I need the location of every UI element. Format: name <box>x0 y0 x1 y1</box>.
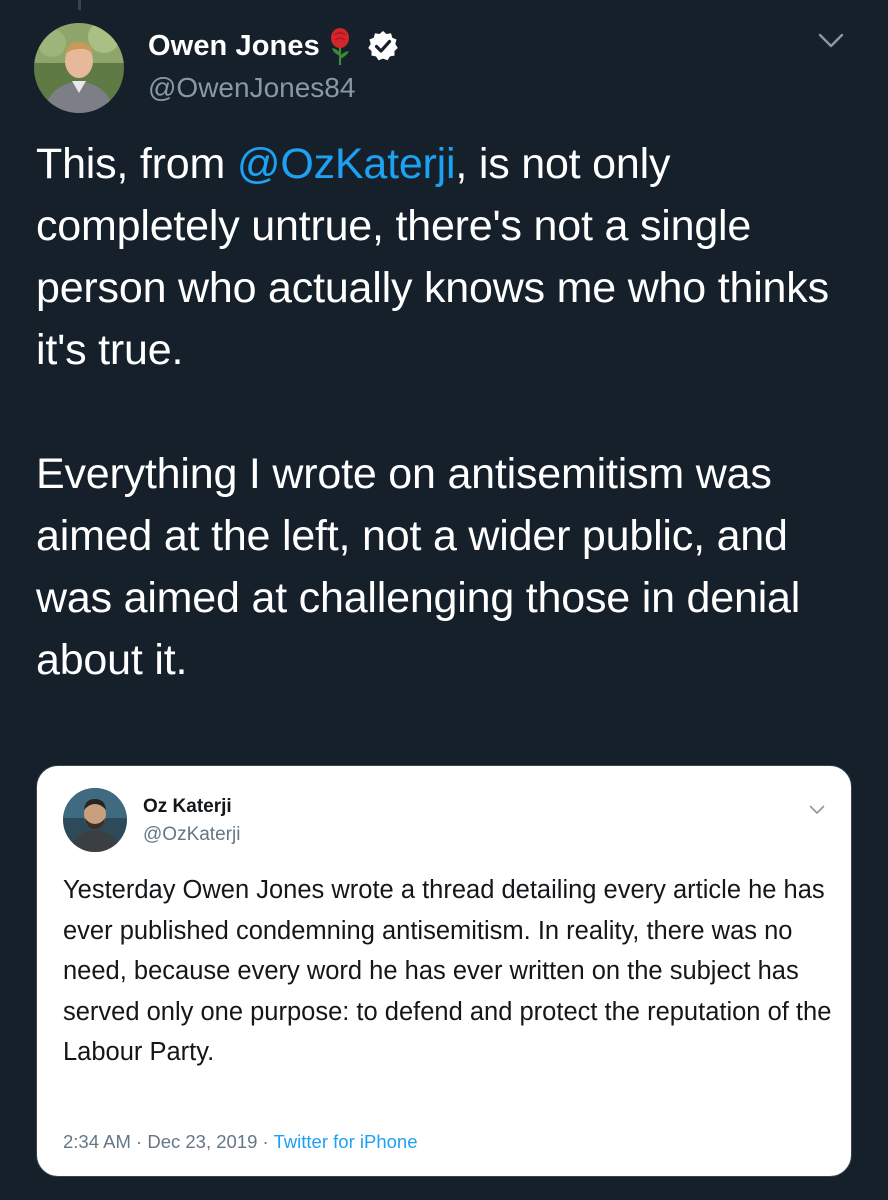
meta-separator: · <box>136 1131 143 1152</box>
tweet-text-start: This, from <box>36 140 237 188</box>
quoted-user-handle: @OzKaterji <box>143 824 241 845</box>
tweet-header: Owen Jones @OwenJones84 <box>34 20 854 120</box>
verified-badge-icon <box>366 29 400 63</box>
display-name[interactable]: Owen Jones <box>148 30 320 63</box>
mention-link[interactable]: @OzKaterji <box>237 140 456 188</box>
quoted-tweet-text: Yesterday Owen Jones wrote a thread deta… <box>63 876 832 1066</box>
user-handle[interactable]: @OwenJones84 <box>148 72 355 104</box>
quoted-chevron-down-icon <box>809 802 825 814</box>
rose-icon <box>324 26 356 66</box>
thread-connector-line <box>78 0 81 10</box>
tweet-paragraph-2: Everything I wrote on antisemitism was a… <box>36 450 801 684</box>
quoted-tweet-meta: 2:34 AM · Dec 23, 2019 · Twitter for iPh… <box>63 1131 417 1153</box>
quoted-tweet-image[interactable]: Oz Katerji @OzKaterji Yesterday Owen Jon… <box>36 765 852 1177</box>
avatar[interactable] <box>34 23 124 113</box>
quoted-avatar <box>63 788 127 852</box>
quoted-source: Twitter for iPhone <box>273 1131 418 1152</box>
tweet-paragraph-1: This, from @OzKaterji, is not only compl… <box>36 133 866 381</box>
name-row: Owen Jones <box>148 26 400 66</box>
quoted-display-name: Oz Katerji <box>143 796 232 817</box>
quoted-time: 2:34 AM <box>63 1131 131 1152</box>
meta-separator-2: · <box>262 1131 269 1152</box>
tweet-text: This, from @OzKaterji, is not only compl… <box>36 133 866 691</box>
quoted-date: Dec 23, 2019 <box>147 1131 258 1152</box>
chevron-down-icon[interactable] <box>818 32 844 50</box>
